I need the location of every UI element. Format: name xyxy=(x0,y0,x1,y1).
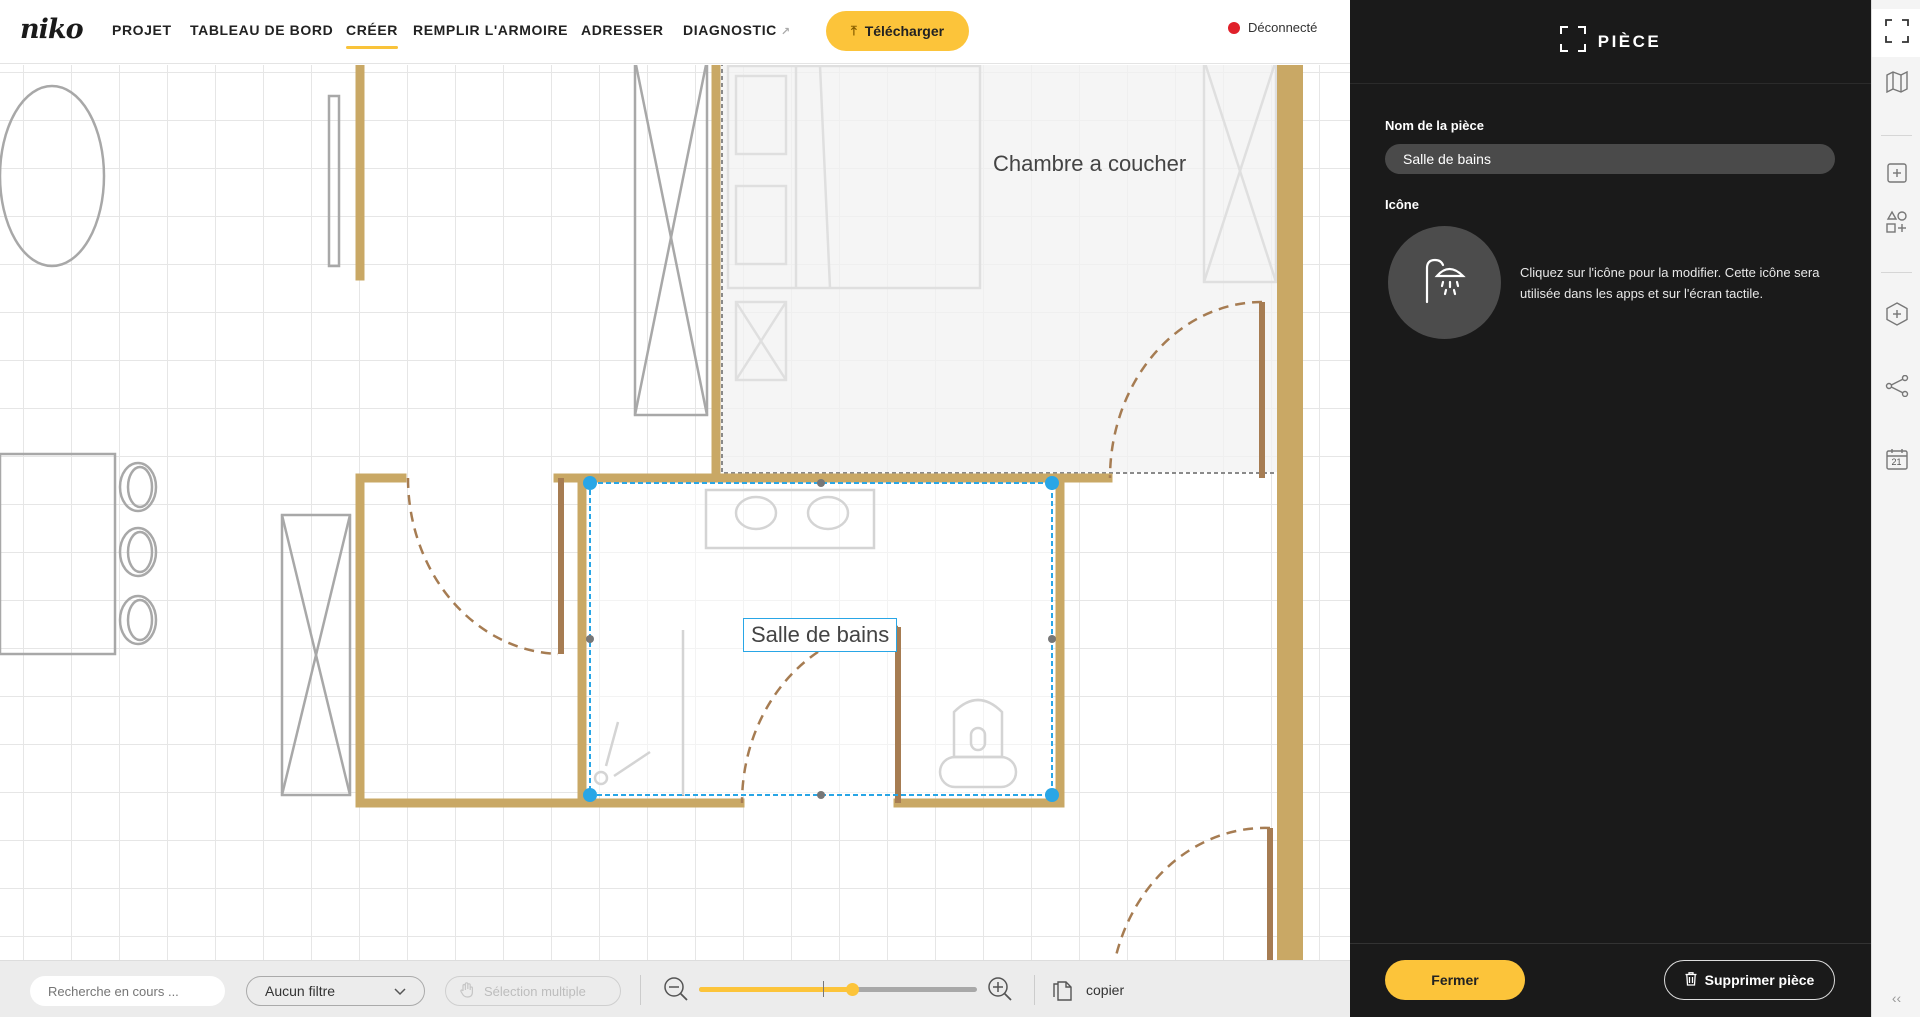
connection-status-label: Déconnecté xyxy=(1248,20,1318,35)
icon-help-text: Cliquez sur l'icône pour la modifier. Ce… xyxy=(1520,265,1820,301)
zoom-slider-thumb[interactable] xyxy=(845,983,859,996)
room-name-input[interactable] xyxy=(1385,144,1835,174)
rail-add-shapes-button[interactable] xyxy=(1872,200,1920,248)
rail-calendar-button[interactable]: 21 xyxy=(1872,435,1920,483)
delete-room-button[interactable]: Supprimer pièce xyxy=(1664,960,1835,1000)
tool-rail: 21 ‹‹ xyxy=(1871,0,1920,1017)
copy-icon[interactable] xyxy=(1052,978,1074,1002)
midpoint-handle[interactable] xyxy=(1048,635,1056,643)
shapes-add-icon xyxy=(1885,210,1909,239)
search-input[interactable] xyxy=(30,976,225,1006)
dining-table xyxy=(0,452,117,656)
download-button[interactable]: ⤒ Télécharger xyxy=(826,11,969,51)
hexagon-add-icon xyxy=(1885,301,1908,331)
add-square-icon xyxy=(1886,162,1907,188)
external-link-icon: ↗ xyxy=(780,26,791,38)
room-outline-icon xyxy=(1559,26,1586,57)
room-icon-picker[interactable] xyxy=(1388,226,1501,339)
room-fill-chambre[interactable] xyxy=(720,65,1285,472)
panel-header: PIÈCE xyxy=(1350,0,1871,84)
connection-status: Déconnecté xyxy=(1228,20,1317,35)
close-button[interactable]: Fermer xyxy=(1385,960,1525,1000)
status-dot-icon xyxy=(1228,21,1240,34)
top-navigation-bar: niko PROJET TABLEAU DE BORD CRÉER REMPLI… xyxy=(0,0,1350,64)
filter-dropdown-value: Aucun filtre xyxy=(265,983,336,999)
floorplan-canvas[interactable]: Chambre a coucher Salle de bains xyxy=(0,65,1350,960)
room-outline-icon xyxy=(1884,18,1909,48)
nav-remplir-armoire[interactable]: REMPLIR L'ARMOIRE xyxy=(413,22,568,38)
upload-arrow-icon: ⤒ xyxy=(850,23,857,38)
delete-room-label: Supprimer pièce xyxy=(1704,972,1815,988)
room-name-label: Nom de la pièce xyxy=(1385,118,1484,133)
nav-projet[interactable]: PROJET xyxy=(112,22,172,38)
nav-creer[interactable]: CRÉER xyxy=(346,22,399,49)
rail-map-button[interactable] xyxy=(1872,60,1920,108)
rail-connections-button[interactable] xyxy=(1872,364,1920,412)
download-button-label: Télécharger xyxy=(864,23,945,39)
resize-handle[interactable] xyxy=(583,788,597,802)
rail-add-device-button[interactable] xyxy=(1872,292,1920,340)
midpoint-handle[interactable] xyxy=(817,479,825,487)
toolbar-divider xyxy=(1034,975,1035,1005)
niko-logo[interactable]: niko xyxy=(20,14,84,45)
oval-table xyxy=(0,84,106,268)
calendar-day: 21 xyxy=(1891,457,1902,467)
nav-diagnostic[interactable]: DIAGNOSTIC ↗ xyxy=(683,22,791,38)
zoom-slider-midmark xyxy=(823,981,824,997)
resize-handle[interactable] xyxy=(1045,788,1059,802)
zoom-out-icon[interactable] xyxy=(662,975,690,1003)
rail-divider xyxy=(1881,272,1912,273)
door-swing xyxy=(406,477,559,656)
resize-handle[interactable] xyxy=(1045,476,1059,490)
collapse-panel-icon[interactable]: ‹‹ xyxy=(1872,990,1920,1014)
midpoint-handle[interactable] xyxy=(817,791,825,799)
panel-title: PIÈCE xyxy=(1597,31,1662,51)
filter-dropdown[interactable]: Aucun filtre xyxy=(246,976,425,1006)
nav-diagnostic-label: DIAGNOSTIC xyxy=(683,22,777,38)
nav-tableau-de-bord[interactable]: TABLEAU DE BORD xyxy=(190,22,333,38)
rail-divider xyxy=(1881,135,1912,136)
shower-icon xyxy=(1419,254,1471,311)
floorplan-drawing xyxy=(0,65,1303,960)
connections-icon xyxy=(1885,374,1909,402)
panel-footer-divider xyxy=(1350,943,1871,944)
hand-icon xyxy=(460,981,474,1001)
room-label-salle-de-bains[interactable]: Salle de bains xyxy=(743,618,898,652)
room-label-chambre[interactable]: Chambre a coucher xyxy=(993,151,1186,177)
room-properties-panel: PIÈCE Nom de la pièce Icône Cliquez sur … xyxy=(1350,0,1871,1017)
toolbar-divider xyxy=(640,975,641,1005)
midpoint-handle[interactable] xyxy=(586,635,594,643)
nav-adresser[interactable]: ADRESSER xyxy=(581,22,664,38)
window-panel xyxy=(327,94,341,268)
map-icon xyxy=(1885,70,1908,98)
calendar-icon: 21 xyxy=(1885,448,1908,470)
copy-label[interactable]: copier xyxy=(1086,982,1124,998)
zoom-slider-fill xyxy=(699,987,852,992)
bottom-toolbar: Aucun filtre Sélection multiple copier xyxy=(0,960,1350,1017)
door-swing xyxy=(1113,826,1271,960)
chevron-down-icon xyxy=(394,983,406,999)
trash-icon xyxy=(1685,971,1697,989)
multi-select-button[interactable]: Sélection multiple xyxy=(445,976,621,1006)
icon-label: Icône xyxy=(1385,197,1419,212)
zoom-slider[interactable] xyxy=(699,981,977,997)
zoom-in-icon[interactable] xyxy=(986,975,1014,1003)
rail-room-button[interactable] xyxy=(1872,9,1920,57)
rail-add-button[interactable] xyxy=(1872,151,1920,199)
resize-handle[interactable] xyxy=(583,476,597,490)
multi-select-label: Sélection multiple xyxy=(484,983,586,999)
